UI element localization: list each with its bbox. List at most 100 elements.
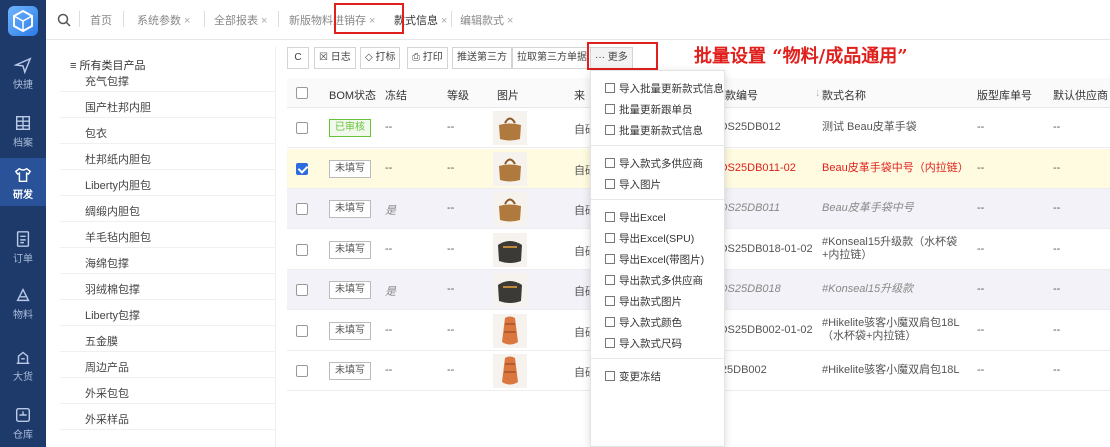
row-checkbox[interactable] bbox=[296, 324, 308, 337]
style-code-cell[interactable]: OS25DB018-01-02 bbox=[719, 243, 813, 255]
tag-button[interactable]: ◇ 打标 bbox=[360, 47, 401, 69]
app-logo-icon[interactable] bbox=[8, 6, 38, 36]
category-item[interactable]: 充气包撑 bbox=[85, 73, 129, 89]
tab-separator bbox=[204, 11, 205, 27]
dropdown-divider bbox=[591, 199, 724, 200]
nav-item-production[interactable]: 大货 bbox=[0, 340, 46, 388]
refresh-button[interactable]: C bbox=[287, 47, 309, 69]
category-item[interactable]: 羊毛毡内胆包 bbox=[85, 229, 151, 245]
tab-system-params[interactable]: 系统参数 × bbox=[137, 12, 190, 28]
dropdown-item[interactable]: 变更冻结 bbox=[605, 369, 661, 384]
dropdown-item-label: 导入款式多供应商 bbox=[619, 158, 703, 170]
col-style-code[interactable]: 款编号 bbox=[725, 87, 758, 103]
style-code-cell[interactable]: OS25DB018 bbox=[719, 283, 781, 295]
category-item[interactable]: 五金膜 bbox=[85, 333, 118, 349]
close-icon[interactable]: × bbox=[507, 15, 513, 27]
close-icon[interactable]: × bbox=[184, 15, 190, 27]
tab-all-reports[interactable]: 全部报表 × bbox=[214, 12, 267, 28]
col-default-supplier[interactable]: 默认供应商 bbox=[1053, 87, 1108, 103]
nav-label: 快捷 bbox=[13, 80, 33, 91]
dropdown-item[interactable]: 导入批量更新款式信息 bbox=[605, 81, 724, 96]
pull-third-party-button[interactable]: 拉取第三方单据 bbox=[512, 47, 592, 69]
category-item[interactable]: 周边产品 bbox=[85, 359, 129, 375]
category-item[interactable]: 外采包包 bbox=[85, 385, 129, 401]
supplier-cell: -- bbox=[1053, 161, 1061, 174]
row-checkbox[interactable] bbox=[296, 162, 308, 175]
category-item[interactable]: Liberty内胆包 bbox=[85, 177, 151, 193]
dropdown-item[interactable]: 导入图片 bbox=[605, 177, 661, 192]
col-frozen[interactable]: 冻结 bbox=[385, 87, 407, 103]
col-image[interactable]: 图片 bbox=[497, 87, 519, 103]
product-image[interactable] bbox=[493, 111, 527, 145]
dropdown-item-label: 导出款式图片 bbox=[619, 296, 682, 308]
category-item[interactable]: 国产杜邦内胆 bbox=[85, 99, 151, 115]
supplier-cell: -- bbox=[1053, 242, 1061, 255]
nav-item-rnd[interactable]: 研发 bbox=[0, 158, 46, 206]
tab-home[interactable]: 首页 bbox=[90, 12, 112, 28]
dropdown-item[interactable]: 导出款式图片 bbox=[605, 294, 682, 309]
close-icon[interactable]: × bbox=[261, 15, 267, 27]
style-code-cell[interactable]: OS25DB011 bbox=[719, 202, 780, 214]
row-checkbox[interactable] bbox=[296, 284, 308, 296]
print-button[interactable]: ⎙ 打印 bbox=[407, 47, 448, 69]
dropdown-item[interactable]: 导入款式多供应商 bbox=[605, 156, 703, 171]
frozen-cell: -- bbox=[385, 161, 393, 174]
category-item[interactable]: 包衣 bbox=[85, 125, 107, 141]
product-image[interactable] bbox=[493, 273, 527, 307]
nav-item-archive[interactable]: 档案 bbox=[0, 106, 46, 154]
pattern-cell: -- bbox=[977, 323, 985, 336]
more-dropdown-menu: 导入批量更新款式信息批量更新跟单员 批量更新款式信息导入款式多供应商导入图片导出E… bbox=[590, 70, 725, 447]
dropdown-item[interactable]: 导出款式多供应商 bbox=[605, 273, 703, 288]
product-image[interactable] bbox=[493, 313, 527, 348]
category-item[interactable]: 杜邦纸内胆包 bbox=[85, 151, 151, 167]
warehouse-icon bbox=[15, 407, 31, 423]
col-source[interactable]: 来 bbox=[574, 87, 585, 103]
product-image[interactable] bbox=[493, 232, 527, 267]
product-image[interactable] bbox=[493, 192, 527, 226]
col-style-name[interactable]: 款式名称 bbox=[822, 87, 866, 103]
dropdown-item[interactable]: 批量更新款式信息 bbox=[605, 123, 703, 138]
dropdown-item[interactable]: 导出Excel(带图片) bbox=[605, 252, 704, 267]
dropdown-item[interactable]: 导入款式尺码 bbox=[605, 336, 682, 351]
tab-edit-style[interactable]: 编辑款式 × bbox=[460, 12, 513, 28]
select-all-checkbox[interactable] bbox=[296, 87, 308, 99]
supplier-cell: -- bbox=[1053, 202, 1061, 214]
tab-separator bbox=[451, 11, 452, 27]
category-item[interactable]: Liberty包撑 bbox=[85, 307, 140, 323]
category-header[interactable]: ≡ 所有类目产品 bbox=[70, 57, 145, 73]
annotation-text: 批量设置 “物料/成品通用” bbox=[694, 46, 908, 67]
style-code-cell[interactable]: OS25DB002-01-02 bbox=[719, 324, 813, 336]
row-checkbox[interactable] bbox=[296, 243, 308, 256]
style-code-cell[interactable]: OS25DB011-02 bbox=[719, 162, 796, 174]
row-checkbox[interactable] bbox=[296, 122, 308, 134]
nav-item-warehouse[interactable]: 仓库 bbox=[0, 398, 46, 446]
product-image[interactable] bbox=[493, 354, 527, 388]
category-item[interactable]: 外采样品 bbox=[85, 411, 129, 427]
category-item[interactable]: 绸缎内胆包 bbox=[85, 203, 140, 219]
col-bom-status[interactable]: BOM状态 bbox=[329, 87, 376, 103]
nav-item-shortcut[interactable]: 快捷 bbox=[0, 48, 46, 96]
dropdown-item[interactable]: 导出Excel(SPU) bbox=[605, 231, 694, 246]
style-name-cell: #Konseal15升级款（水杯袋+内拉链） bbox=[822, 235, 958, 261]
log-button[interactable]: ☒ 日志 bbox=[314, 47, 356, 69]
dropdown-item[interactable]: 导入款式颜色 bbox=[605, 315, 682, 330]
close-icon[interactable]: × bbox=[441, 15, 447, 27]
col-level[interactable]: 等级 bbox=[447, 87, 469, 103]
category-item[interactable]: 海绵包撑 bbox=[85, 255, 129, 271]
button-label: 拉取第三方单据 bbox=[517, 52, 587, 63]
col-pattern-no[interactable]: 版型库单号 bbox=[977, 87, 1032, 103]
nav-item-material[interactable]: 物料 bbox=[0, 278, 46, 326]
style-code-cell[interactable]: OS25DB012 bbox=[719, 121, 781, 133]
dropdown-item-label: 导入批量更新款式信息 bbox=[619, 83, 724, 95]
dropdown-item[interactable]: 批量更新跟单员 bbox=[605, 102, 693, 117]
row-checkbox[interactable] bbox=[296, 203, 308, 215]
category-item[interactable]: 羽绒棉包撑 bbox=[85, 281, 140, 297]
nav-item-order[interactable]: 订单 bbox=[0, 222, 46, 270]
dropdown-item[interactable]: 导出Excel bbox=[605, 210, 666, 225]
push-third-party-button[interactable]: 推送第三方 bbox=[452, 47, 512, 69]
search-icon[interactable] bbox=[56, 12, 72, 28]
level-cell: -- bbox=[447, 364, 455, 376]
product-image[interactable] bbox=[493, 151, 527, 186]
style-name-cell: 测试 Beau皮革手袋 bbox=[822, 121, 917, 133]
row-checkbox[interactable] bbox=[296, 365, 308, 377]
